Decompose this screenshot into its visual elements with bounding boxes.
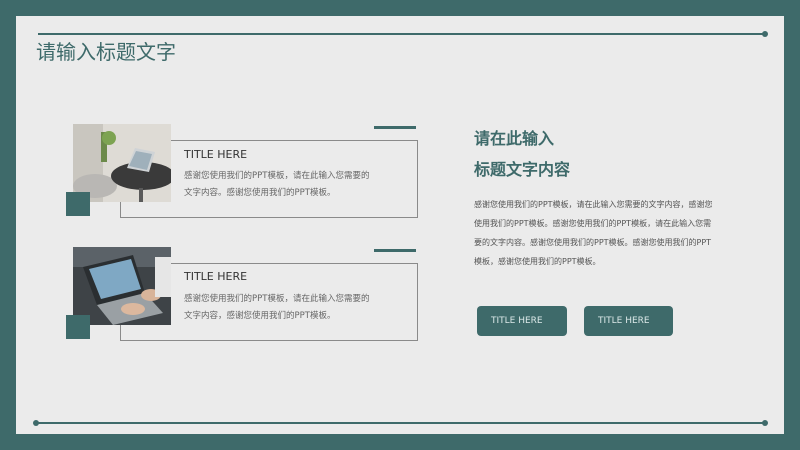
title-button-2[interactable]: TITLE HERE — [584, 306, 673, 336]
card-1-title: TITLE HERE — [184, 148, 248, 161]
top-divider — [38, 33, 764, 35]
right-body-text: 感谢您使用我们的PPT模板，请在此输入您需要的文字内容，感谢您 使用我们的PPT… — [474, 195, 774, 271]
laptop-on-table-photo-icon — [73, 124, 171, 202]
title-button-1[interactable]: TITLE HERE — [477, 306, 567, 336]
bottom-divider — [36, 422, 764, 424]
right-heading-line-2: 标题文字内容 — [474, 160, 571, 179]
right-body-line-4: 模板，感谢您使用我们的PPT模板。 — [474, 257, 601, 266]
page-title: 请输入标题文字 — [36, 40, 176, 64]
right-body-line-1: 感谢您使用我们的PPT模板，请在此输入您需要的文字内容，感谢您 — [474, 200, 713, 209]
card-2-square-marker — [66, 315, 90, 339]
card-1-photo — [73, 124, 171, 202]
right-heading-line-1: 请在此输入 — [474, 129, 555, 148]
right-body-line-3: 要的文字内容。感谢您使用我们的PPT模板。感谢您使用我们的PPT — [474, 238, 712, 247]
card-1-square-marker — [66, 192, 90, 216]
typing-on-laptop-photo-icon — [73, 247, 171, 325]
card-2-accent-bar — [374, 249, 416, 252]
card-2-title: TITLE HERE — [184, 270, 248, 283]
card-2-body-line-2: 文字内容，感谢您使用我们的PPT模板。 — [184, 311, 336, 321]
card-2-photo — [73, 247, 171, 325]
top-right-dot — [762, 31, 768, 37]
card-1-accent-bar — [374, 126, 416, 129]
bottom-right-dot — [762, 420, 768, 426]
card-2-body-line-1: 感谢您使用我们的PPT模板，请在此输入您需要的 — [184, 294, 370, 304]
bottom-left-dot — [33, 420, 39, 426]
right-body-line-2: 使用我们的PPT模板。感谢您使用我们的PPT模板，请在此输入您需 — [474, 219, 712, 228]
card-1-body-line-2: 文字内容。感谢您使用我们的PPT模板。 — [184, 188, 336, 198]
card-2-body: 感谢您使用我们的PPT模板，请在此输入您需要的 文字内容，感谢您使用我们的PPT… — [184, 291, 414, 325]
card-1-body: 感谢您使用我们的PPT模板，请在此输入您需要的 文字内容。感谢您使用我们的PPT… — [184, 168, 414, 202]
card-1-body-line-1: 感谢您使用我们的PPT模板，请在此输入您需要的 — [184, 171, 370, 181]
